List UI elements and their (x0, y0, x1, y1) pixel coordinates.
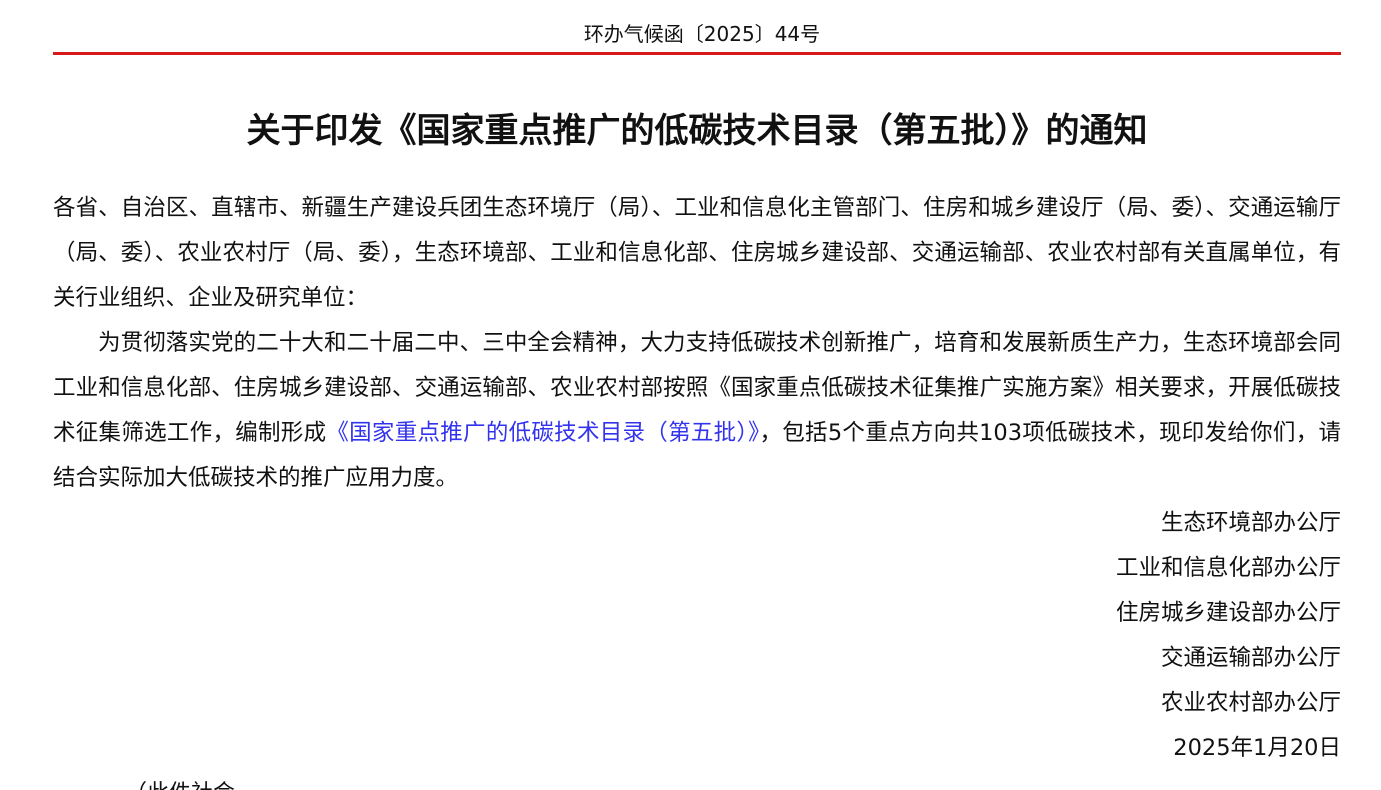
addressees: 各省、自治区、直辖市、新疆生产建设兵团生态环境厅（局）、工业和信息化主管部门、住… (53, 195, 1341, 311)
notice-title: 关于印发《国家重点推广的低碳技术目录（第五批）》的通知 (246, 111, 1148, 151)
notice-body: 各省、自治区、直辖市、新疆生产建设兵团生态环境厅（局）、工业和信息化主管部门、住… (53, 186, 1341, 501)
signature-line: 工业和信息化部办公厅 (1115, 555, 1341, 581)
issue-date: 2025年1月20日 (1173, 735, 1341, 761)
red-header-rule (53, 52, 1341, 55)
signature-block: 生态环境部办公厅 工业和信息化部办公厅 住房城乡建设部办公厅 交通运输部办公厅 … (53, 501, 1341, 771)
document: 环办气候函〔2025〕44号 关于印发《国家重点推广的低碳技术目录（第五批）》的… (53, 0, 1341, 771)
document-number: 环办气候函〔2025〕44号 (583, 22, 821, 46)
catalog-link[interactable]: 《国家重点推广的低碳技术目录（第五批）》 (326, 420, 759, 446)
signature-line: 生态环境部办公厅 (1160, 510, 1341, 536)
main-paragraph: 为贯彻落实党的二十大和二十届二中、三中全会精神，大力支持低碳技术创新推广，培育和… (53, 321, 1341, 501)
signature-line: 住房城乡建设部办公厅 (1115, 600, 1341, 626)
signature-line: 农业农村部办公厅 (1160, 690, 1341, 716)
signature-line: 交通运输部办公厅 (1160, 645, 1341, 671)
footer-note-cutoff: （此件社会 (125, 782, 235, 790)
